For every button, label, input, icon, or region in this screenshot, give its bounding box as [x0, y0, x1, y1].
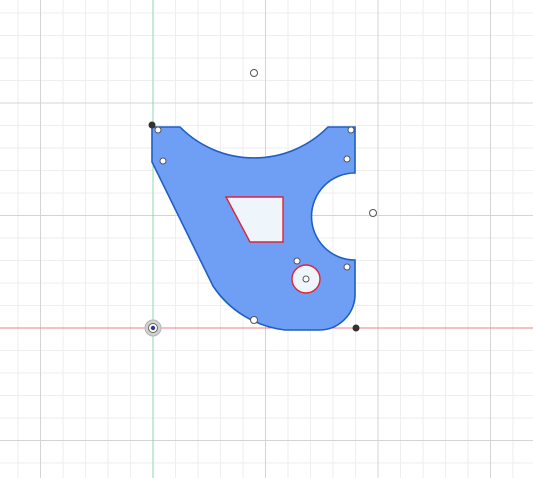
sketch-svg[interactable]	[0, 0, 533, 478]
fixed-point[interactable]	[352, 324, 360, 332]
sketch-canvas[interactable]	[0, 0, 533, 478]
fixed-point[interactable]	[148, 121, 156, 129]
sketch-point[interactable]	[154, 126, 162, 134]
arc-center-point[interactable]	[369, 209, 377, 217]
sketch-point[interactable]	[293, 257, 301, 265]
sketch-point[interactable]	[347, 126, 355, 134]
arc-center-point[interactable]	[250, 316, 258, 324]
origin-dot	[150, 325, 156, 331]
sketch-point[interactable]	[343, 155, 351, 163]
circle-center-point[interactable]	[302, 275, 310, 283]
sketch-point[interactable]	[159, 157, 167, 165]
sketch-point[interactable]	[343, 263, 351, 271]
arc-center-point[interactable]	[250, 69, 258, 77]
